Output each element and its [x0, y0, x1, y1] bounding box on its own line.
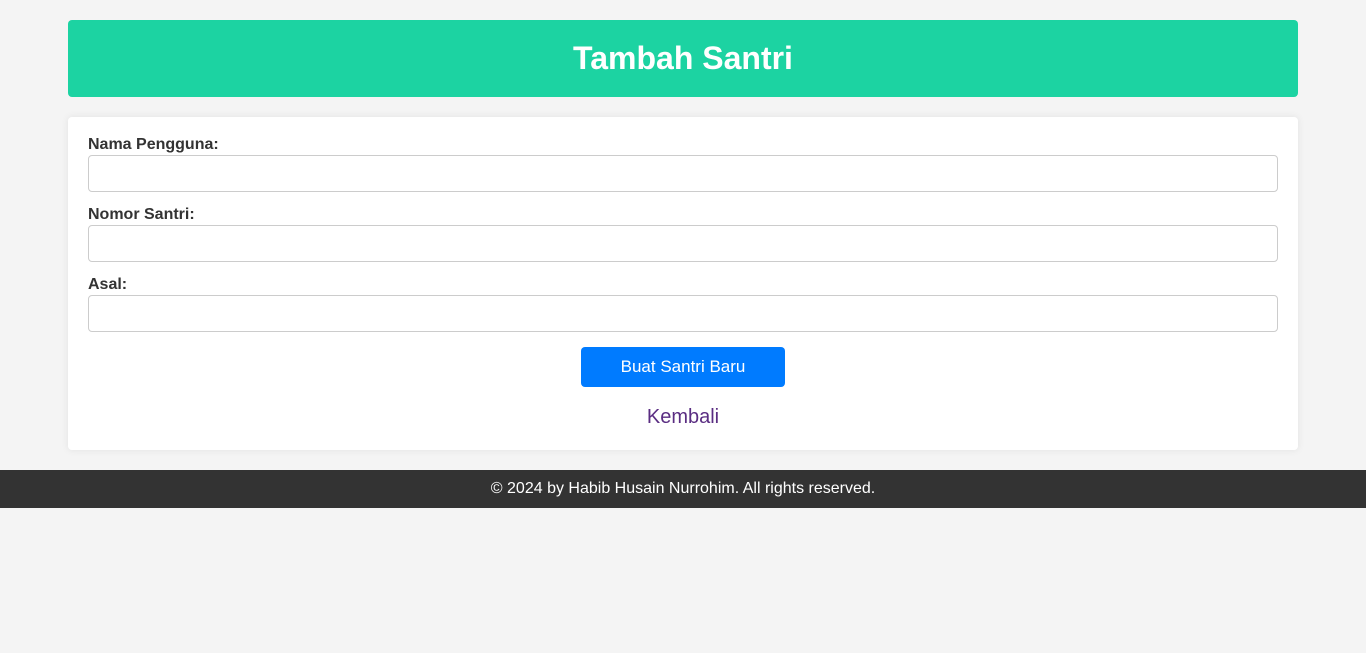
page-header: Tambah Santri	[68, 20, 1298, 97]
asal-input[interactable]	[88, 295, 1278, 332]
back-link-container: Kembali	[68, 406, 1298, 429]
nomor-santri-input[interactable]	[88, 225, 1278, 262]
nama-pengguna-label: Nama Pengguna:	[88, 136, 219, 153]
asal-label: Asal:	[88, 276, 128, 293]
buat-santri-baru-button[interactable]: Buat Santri Baru	[581, 347, 785, 387]
footer-copyright: © 2024 by Habib Husain Nurrohim. All rig…	[490, 480, 876, 497]
form-card: Nama Pengguna: Nomor Santri: Asal: Buat …	[68, 117, 1298, 450]
page-footer: © 2024 by Habib Husain Nurrohim. All rig…	[0, 470, 1366, 508]
nama-pengguna-input[interactable]	[88, 155, 1278, 192]
kembali-link[interactable]: Kembali	[647, 406, 719, 428]
page-title: Tambah Santri	[573, 40, 793, 76]
nomor-santri-label: Nomor Santri:	[88, 206, 195, 223]
